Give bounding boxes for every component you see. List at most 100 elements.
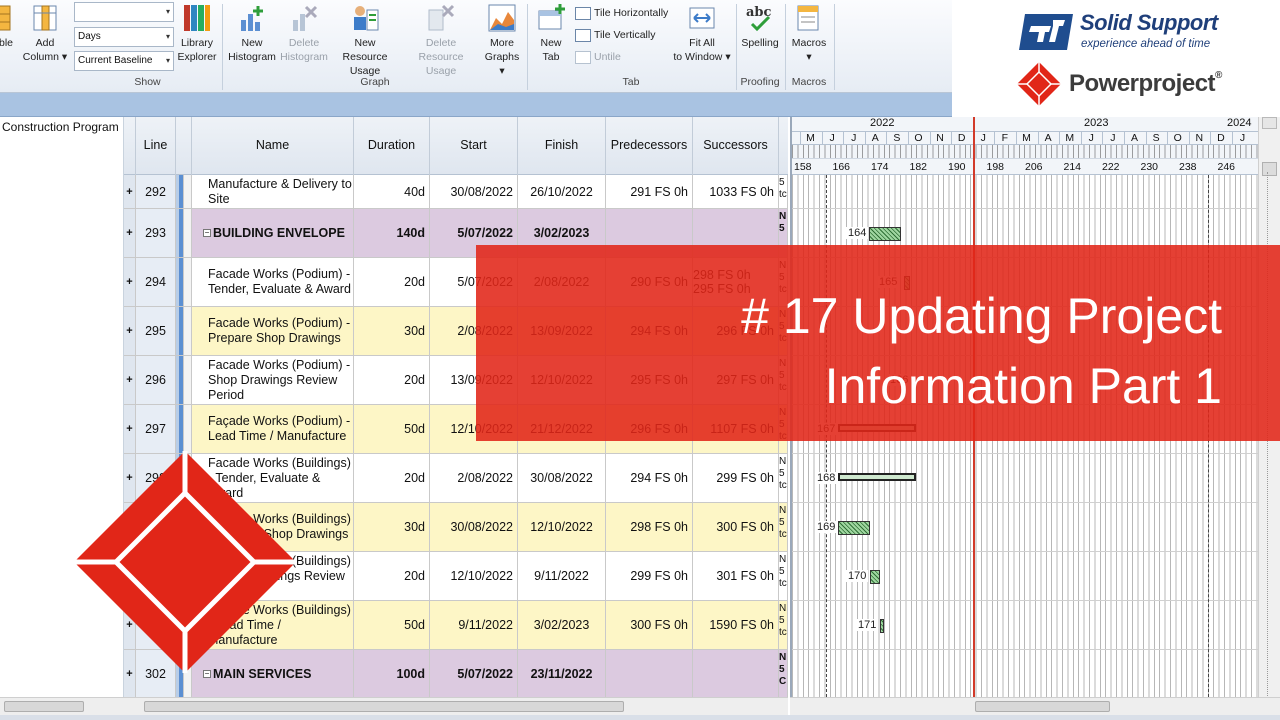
duration-cell[interactable]: 20d: [354, 356, 430, 404]
units-combo[interactable]: Days ▾: [74, 27, 174, 47]
collapse-toggle-icon[interactable]: −: [203, 229, 211, 237]
gantt-task-bar[interactable]: [838, 520, 870, 535]
start-cell[interactable]: 12/10/2022: [430, 552, 518, 600]
header-start[interactable]: Start: [430, 117, 518, 175]
name-cell[interactable]: Facade Works (Podium) - Shop Drawings Re…: [192, 356, 354, 404]
extra-cell[interactable]: N 5 tc: [779, 552, 788, 600]
new-histogram-button[interactable]: New Histogram: [224, 2, 280, 64]
new-tab-button[interactable]: New Tab: [531, 2, 571, 64]
expand-plus-icon[interactable]: +: [124, 175, 136, 208]
library-explorer-button[interactable]: Library Explorer: [176, 2, 218, 64]
gantt-task-bar[interactable]: [870, 569, 880, 584]
predecessors-cell[interactable]: 291 FS 0h: [606, 175, 693, 208]
expand-plus-icon[interactable]: +: [124, 356, 136, 404]
successors-cell[interactable]: 301 FS 0h: [693, 552, 779, 600]
tile-vertically-button[interactable]: Tile Vertically: [575, 26, 655, 44]
horizontal-scroll-thumb[interactable]: [975, 701, 1110, 712]
predecessors-cell[interactable]: 299 FS 0h: [606, 552, 693, 600]
successors-cell[interactable]: [693, 650, 779, 697]
duration-cell[interactable]: 50d: [354, 405, 430, 453]
duration-cell[interactable]: 20d: [354, 258, 430, 306]
line-number-cell[interactable]: 295: [136, 307, 176, 355]
table-row[interactable]: +292 Manufacture & Delivery to Site 40d 30/…: [124, 175, 788, 209]
line-number-cell[interactable]: 292: [136, 175, 176, 208]
extra-cell[interactable]: N 5 C: [779, 650, 788, 697]
left-horizontal-scrollbar[interactable]: [0, 697, 124, 715]
horizontal-scroll-thumb[interactable]: [4, 701, 84, 712]
delete-resource-usage-button[interactable]: Delete Resource Usage: [402, 2, 480, 78]
line-number-cell[interactable]: 296: [136, 356, 176, 404]
duration-cell[interactable]: 140d: [354, 209, 430, 257]
finish-cell[interactable]: 3/02/2023: [518, 601, 606, 649]
table-button[interactable]: ble: [0, 2, 18, 50]
predecessors-cell[interactable]: [606, 650, 693, 697]
new-resource-usage-button[interactable]: New Resource Usage: [331, 2, 399, 78]
name-cell[interactable]: Façade Works (Podium) - Lead Time / Manu…: [192, 405, 354, 453]
start-cell[interactable]: 2/08/2022: [430, 454, 518, 502]
predecessors-cell[interactable]: 294 FS 0h: [606, 454, 693, 502]
extra-cell[interactable]: 5 tc: [779, 175, 788, 208]
header-name[interactable]: Name: [192, 117, 354, 175]
predecessors-cell[interactable]: 300 FS 0h: [606, 601, 693, 649]
delete-histogram-button[interactable]: Delete Histogram: [280, 2, 328, 64]
gantt-task-bar[interactable]: [869, 226, 901, 241]
header-successors[interactable]: Successors: [693, 117, 779, 175]
expand-plus-icon[interactable]: +: [124, 258, 136, 306]
gantt-horizontal-scrollbar[interactable]: [790, 697, 1280, 715]
duration-cell[interactable]: 50d: [354, 601, 430, 649]
successors-cell[interactable]: 1033 FS 0h: [693, 175, 779, 208]
finish-cell[interactable]: 30/08/2022: [518, 454, 606, 502]
gantt-task-bar[interactable]: [838, 472, 916, 481]
successors-cell[interactable]: 299 FS 0h: [693, 454, 779, 502]
extra-cell[interactable]: N 5 tc: [779, 503, 788, 551]
header-extra[interactable]: [779, 117, 788, 175]
horizontal-scroll-thumb[interactable]: [144, 701, 624, 712]
finish-cell[interactable]: 12/10/2022: [518, 503, 606, 551]
fit-all-to-window-button[interactable]: Fit All to Window ▾: [670, 2, 734, 64]
duration-cell[interactable]: 100d: [354, 650, 430, 697]
add-column-button[interactable]: Add Column ▾: [22, 2, 68, 64]
finish-cell[interactable]: 23/11/2022: [518, 650, 606, 697]
extra-cell[interactable]: N 5 tc: [779, 454, 788, 502]
duration-cell[interactable]: 30d: [354, 307, 430, 355]
header-duration[interactable]: Duration: [354, 117, 430, 175]
finish-cell[interactable]: 26/10/2022: [518, 175, 606, 208]
name-cell[interactable]: Facade Works (Podium) - Prepare Shop Dra…: [192, 307, 354, 355]
start-cell[interactable]: 30/08/2022: [430, 503, 518, 551]
start-cell[interactable]: 9/11/2022: [430, 601, 518, 649]
duration-cell[interactable]: 30d: [354, 503, 430, 551]
header-line[interactable]: Line: [136, 117, 176, 175]
spelling-button[interactable]: abc Spelling: [738, 2, 782, 50]
successors-cell[interactable]: 1590 FS 0h: [693, 601, 779, 649]
gantt-task-bar[interactable]: [880, 618, 884, 633]
line-number-cell[interactable]: 293: [136, 209, 176, 257]
more-graphs-button[interactable]: More Graphs ▾: [481, 2, 523, 78]
successors-cell[interactable]: 300 FS 0h: [693, 503, 779, 551]
expand-plus-icon[interactable]: +: [124, 405, 136, 453]
name-cell[interactable]: − BUILDING ENVELOPE: [192, 209, 354, 257]
macros-button[interactable]: Macros ▾: [788, 2, 830, 64]
line-number-cell[interactable]: 294: [136, 258, 176, 306]
name-cell[interactable]: Manufacture & Delivery to Site: [192, 175, 354, 208]
timescale-combo[interactable]: ▾: [74, 2, 174, 22]
grid-horizontal-scrollbar[interactable]: [124, 697, 788, 715]
vertical-scroll-thumb[interactable]: [1262, 162, 1277, 176]
finish-cell[interactable]: 9/11/2022: [518, 552, 606, 600]
predecessors-cell[interactable]: 298 FS 0h: [606, 503, 693, 551]
extra-cell[interactable]: N 5 tc: [779, 601, 788, 649]
baseline-combo[interactable]: Current Baseline ▾: [74, 51, 174, 71]
duration-cell[interactable]: 20d: [354, 552, 430, 600]
expand-plus-icon[interactable]: +: [124, 307, 136, 355]
header-finish[interactable]: Finish: [518, 117, 606, 175]
line-number-cell[interactable]: 297: [136, 405, 176, 453]
duration-cell[interactable]: 40d: [354, 175, 430, 208]
tile-horizontally-button[interactable]: Tile Horizontally: [575, 4, 668, 22]
header-predecessors[interactable]: Predecessors: [606, 117, 693, 175]
untile-button[interactable]: Untile: [575, 48, 621, 66]
project-tree-label[interactable]: Construction Program: [2, 120, 122, 134]
scroll-up-arrow[interactable]: [1262, 117, 1277, 129]
duration-cell[interactable]: 20d: [354, 454, 430, 502]
expand-plus-icon[interactable]: +: [124, 209, 136, 257]
start-cell[interactable]: 5/07/2022: [430, 650, 518, 697]
name-cell[interactable]: Facade Works (Podium) - Tender, Evaluate…: [192, 258, 354, 306]
